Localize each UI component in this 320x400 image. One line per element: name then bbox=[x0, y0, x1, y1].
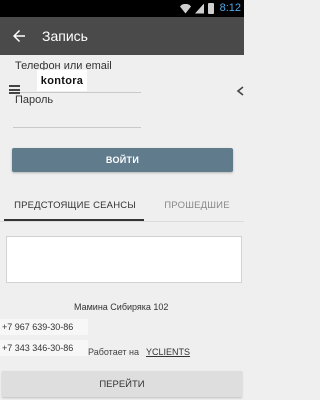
battery-icon bbox=[208, 3, 214, 14]
status-bar: 8:12 bbox=[0, 0, 244, 17]
app-bar: Запись bbox=[0, 17, 244, 55]
address-text: Мамина Сибиряка 102 bbox=[74, 302, 169, 312]
powered-by-label: Работает на bbox=[88, 347, 140, 357]
menu-icon[interactable] bbox=[9, 85, 20, 94]
login-button[interactable]: ВОЙТИ bbox=[12, 148, 233, 172]
signal-icon bbox=[195, 3, 204, 14]
tab-divider bbox=[0, 221, 244, 222]
password-field-underline bbox=[13, 127, 141, 128]
status-time: 8:12 bbox=[219, 2, 241, 14]
tab-upcoming-sessions[interactable]: ПРЕДСТОЯЩИЕ СЕАНСЫ bbox=[0, 192, 150, 218]
page-title: Запись bbox=[42, 28, 88, 44]
wifi-icon bbox=[180, 3, 191, 14]
status-icons bbox=[180, 3, 214, 14]
back-arrow-icon[interactable] bbox=[10, 27, 28, 45]
session-card bbox=[6, 236, 242, 283]
phone-number-link[interactable]: +7 343 346-30-86 bbox=[0, 340, 88, 356]
tab-past-sessions[interactable]: ПРОШЕДШИЕ bbox=[150, 192, 244, 218]
arrow-icon[interactable] bbox=[236, 86, 244, 96]
phone-field-underline bbox=[13, 92, 141, 93]
brand-logo: kontora bbox=[37, 70, 87, 91]
password-field[interactable]: Пароль bbox=[15, 94, 53, 106]
go-button[interactable]: ПЕРЕЙТИ bbox=[2, 371, 242, 397]
phone-number-link[interactable]: +7 967 639-30-86 bbox=[0, 319, 88, 335]
yclients-link[interactable]: YCLIENTS bbox=[146, 347, 190, 357]
